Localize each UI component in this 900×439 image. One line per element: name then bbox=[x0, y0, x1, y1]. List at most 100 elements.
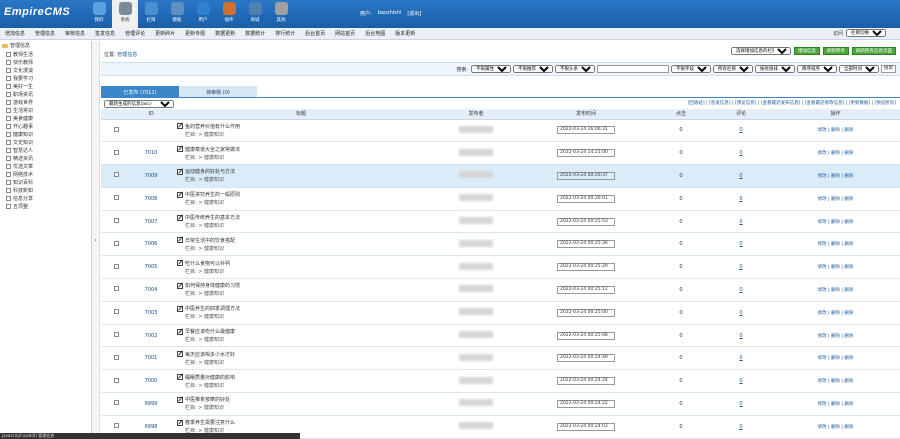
refresh-pages-button[interactable]: 刷新所有信息页面 bbox=[852, 47, 896, 55]
row-comments[interactable]: 0 bbox=[711, 210, 771, 234]
nav-item-0[interactable]: 我的 bbox=[86, 0, 112, 28]
menu-item-8[interactable]: 数据统计 bbox=[240, 30, 270, 37]
search-column-select[interactable]: 所有栏目 bbox=[713, 65, 753, 73]
menu-item-11[interactable]: 网站首页 bbox=[330, 30, 360, 37]
list-action-links[interactable]: [回收站] | [签发信息] | [预览信息] | [查看最近发布信息] | [… bbox=[688, 100, 896, 106]
row-title[interactable]: 吃什么食物可以补钙 bbox=[185, 260, 230, 267]
edit-icon[interactable] bbox=[177, 214, 183, 221]
row-ops[interactable]: 修改 | 删除 | 删除 bbox=[771, 392, 900, 416]
row-checkbox[interactable] bbox=[113, 423, 119, 429]
row-ops[interactable]: 修改 | 删除 | 删除 bbox=[771, 210, 900, 234]
nav-item-3[interactable]: 模板 bbox=[164, 0, 190, 28]
row-time[interactable]: 2022-03-24 00:25:00 bbox=[557, 308, 615, 317]
nav-item-5[interactable]: 插件 bbox=[216, 0, 242, 28]
row-time[interactable]: 2022-03-24 00:24:49 bbox=[557, 354, 615, 363]
row-comments[interactable]: 0 bbox=[711, 346, 771, 371]
sidebar-item[interactable]: 健康知识 bbox=[0, 130, 91, 138]
row-ops[interactable]: 修改 | 删除 | 删除 bbox=[771, 164, 900, 188]
menu-item-2[interactable]: 审核信息 bbox=[60, 30, 90, 37]
sidebar-item[interactable]: 美食健康 bbox=[0, 114, 91, 122]
row-ops[interactable]: 修改 | 删除 | 删除 bbox=[771, 278, 900, 302]
row-checkbox[interactable] bbox=[113, 377, 119, 383]
row-time[interactable]: 2022-03-24 16:06:31 bbox=[557, 126, 615, 135]
row-title[interactable]: 中医养生的四季调理方法 bbox=[185, 305, 240, 312]
sidebar-item[interactable]: 优选文章 bbox=[0, 162, 91, 170]
sidebar-item[interactable]: 知识百科 bbox=[0, 178, 91, 186]
row-title[interactable]: 睡眠质量对健康的影响 bbox=[185, 374, 235, 381]
row-comments[interactable]: 0 bbox=[711, 369, 771, 394]
row-title[interactable]: 春季养生需要注意什么 bbox=[185, 419, 235, 426]
menu-item-1[interactable]: 管理信息 bbox=[30, 30, 60, 37]
row-comments[interactable]: 0 bbox=[711, 119, 771, 143]
edit-icon[interactable] bbox=[177, 191, 183, 198]
row-checkbox[interactable] bbox=[113, 195, 119, 201]
row-ops[interactable]: 修改 | 删除 | 删除 bbox=[771, 415, 900, 439]
row-time[interactable]: 2022-03-24 00:24:03 bbox=[557, 422, 615, 431]
row-title[interactable]: 鱼的营养价值有什么作用 bbox=[185, 123, 240, 130]
sidebar-item[interactable]: 开心趣事 bbox=[0, 122, 91, 130]
menu-item-6[interactable]: 更新专题 bbox=[180, 30, 210, 37]
row-checkbox[interactable] bbox=[113, 218, 119, 224]
logout-link[interactable]: [退出] bbox=[407, 10, 421, 17]
row-comments[interactable]: 0 bbox=[711, 187, 771, 211]
row-time[interactable]: 2022-03-24 00:24:24 bbox=[557, 377, 615, 386]
edit-icon[interactable] bbox=[177, 168, 183, 175]
search-input[interactable] bbox=[597, 65, 669, 73]
row-ops[interactable]: 修改 | 删除 | 删除 bbox=[771, 187, 900, 211]
row-time[interactable]: 2022-03-24 00:25:12 bbox=[557, 285, 615, 294]
menu-item-13[interactable]: 版本更新 bbox=[390, 30, 420, 37]
sidebar-item[interactable]: 文史知识 bbox=[0, 138, 91, 146]
row-comments[interactable]: 0 bbox=[711, 164, 771, 188]
edit-icon[interactable] bbox=[177, 146, 183, 153]
row-checkbox[interactable] bbox=[113, 332, 119, 338]
nav-item-1[interactable]: 系统 bbox=[112, 0, 138, 28]
row-ops[interactable]: 修改 | 删除 | 删除 bbox=[771, 324, 900, 348]
search-sort-select[interactable]: 按优值排 bbox=[755, 65, 795, 73]
channel-select[interactable]: 选择增加信息的栏目 bbox=[731, 47, 791, 55]
row-time[interactable]: 2022-03-24 00:24:22 bbox=[557, 399, 615, 408]
row-comments[interactable]: 0 bbox=[711, 301, 771, 325]
row-ops[interactable]: 修改 | 删除 | 删除 bbox=[771, 232, 900, 257]
row-checkbox[interactable] bbox=[113, 172, 119, 178]
row-title[interactable]: 中医讲究养生的一般原则 bbox=[185, 191, 240, 198]
menu-item-0[interactable]: 增加信息 bbox=[0, 30, 30, 37]
row-ops[interactable]: 修改 | 删除 | 删除 bbox=[771, 141, 900, 166]
row-checkbox[interactable] bbox=[113, 286, 119, 292]
sidebar-item[interactable]: 文化漫谈 bbox=[0, 66, 91, 74]
nav-item-2[interactable]: 栏目 bbox=[138, 0, 164, 28]
sidebar-item[interactable]: 网络技术 bbox=[0, 170, 91, 178]
sidebar-item[interactable]: 科技新知 bbox=[0, 186, 91, 194]
row-ops[interactable]: 修改 | 删除 | 删除 bbox=[771, 119, 900, 143]
menu-item-7[interactable]: 数据更新 bbox=[210, 30, 240, 37]
nav-item-7[interactable]: 其他 bbox=[268, 0, 294, 28]
row-title[interactable]: 早餐应该吃什么最健康 bbox=[185, 328, 235, 335]
search-recommend-select[interactable]: 不限推荐 bbox=[513, 65, 553, 73]
row-title[interactable]: 日常生活中的饮食搭配 bbox=[185, 237, 235, 244]
edit-icon[interactable] bbox=[177, 374, 183, 381]
row-checkbox[interactable] bbox=[113, 263, 119, 269]
sidebar-collapse-handle[interactable]: ‹ bbox=[92, 41, 100, 439]
row-time[interactable]: 2022-03-24 00:25:29 bbox=[557, 263, 615, 272]
row-title[interactable]: 每天应该喝多少水才好 bbox=[185, 351, 235, 358]
sidebar-item[interactable]: 职场资讯 bbox=[0, 90, 91, 98]
row-time[interactable]: 2022-03-24 00:26:37 bbox=[557, 171, 615, 180]
search-attr-select[interactable]: 不限属性 bbox=[471, 65, 511, 73]
row-time[interactable]: 2022-03-24 00:25:53 bbox=[557, 217, 615, 226]
nav-item-4[interactable]: 用户 bbox=[190, 0, 216, 28]
sidebar-item[interactable]: 快乐教师 bbox=[0, 58, 91, 66]
edit-icon[interactable] bbox=[177, 328, 183, 335]
menu-item-3[interactable]: 签发信息 bbox=[90, 30, 120, 37]
sidebar-item[interactable]: 五项整 bbox=[0, 202, 91, 210]
col-id[interactable]: ID bbox=[131, 109, 171, 120]
search-headline-select[interactable]: 不限头条 bbox=[555, 65, 595, 73]
row-time[interactable]: 2022-03-24 00:25:36 bbox=[557, 240, 615, 249]
search-time-select[interactable]: 全部时间 bbox=[839, 65, 879, 73]
row-time[interactable]: 2022-03-24 00:25:08 bbox=[557, 331, 615, 340]
menu-item-5[interactable]: 更新碎片 bbox=[150, 30, 180, 37]
search-button[interactable]: 搜索 bbox=[881, 65, 896, 73]
menu-item-12[interactable]: 后台地图 bbox=[360, 30, 390, 37]
col-time[interactable]: 发布时间 bbox=[521, 109, 651, 120]
sidebar-item[interactable]: 游戏世界 bbox=[0, 98, 91, 106]
sidebar-item[interactable]: 信息分享 bbox=[0, 194, 91, 202]
row-title[interactable]: 中医推拿按摩的好处 bbox=[185, 396, 230, 403]
